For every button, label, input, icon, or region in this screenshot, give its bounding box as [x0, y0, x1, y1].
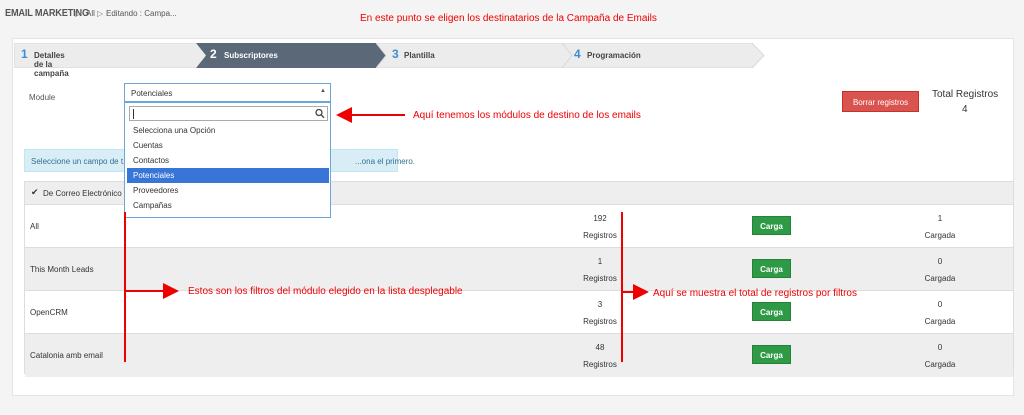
dropdown-option[interactable]: Contactos	[127, 153, 329, 168]
table-header-label: De Correo Electrónico	[43, 189, 122, 198]
total-registros-label: Total Registros	[932, 89, 999, 100]
module-label: Module	[29, 93, 56, 102]
step-label: Detalles de la campaña	[34, 51, 69, 78]
record-unit: Registros	[583, 317, 617, 326]
record-unit: Registros	[583, 360, 617, 369]
info-text-right: ...ona el primero.	[355, 157, 416, 166]
top-bar: EMAIL MARKETING ▷ All ▷ Editando : Campa…	[0, 0, 1024, 38]
borrar-registros-button[interactable]: Borrar registros	[842, 91, 919, 112]
module-select-value: Potenciales	[131, 89, 173, 98]
loaded-label: Cargada	[924, 231, 956, 240]
dropdown-option[interactable]: Selecciona una Opción	[127, 123, 329, 138]
loaded-count: 0	[937, 257, 943, 266]
dropdown-option[interactable]: Cuentas	[127, 138, 329, 153]
step-number: 2	[210, 47, 217, 61]
dropdown-option[interactable]: Campañas	[127, 198, 329, 213]
record-count: 192	[593, 214, 607, 223]
search-icon	[315, 108, 325, 119]
step-number: 4	[574, 47, 581, 61]
dropdown-option-selected[interactable]: Potenciales	[127, 168, 329, 183]
info-text-left: Seleccione un campo de t...	[31, 157, 130, 166]
annotation-modules: Aquí tenemos los módulos de destino de l…	[413, 110, 641, 121]
filter-name: Catalonia amb email	[30, 351, 103, 360]
breadcrumb-current: Editando : Campa...	[106, 9, 177, 18]
dropdown-search-input[interactable]	[129, 106, 328, 121]
carga-button[interactable]: Carga	[752, 216, 791, 235]
step-label: Plantilla	[404, 51, 435, 60]
annotation-totals: Aquí se muestra el total de registros po…	[653, 288, 857, 299]
breadcrumb-separator-icon: ▷	[97, 9, 104, 18]
loaded-label: Cargada	[924, 274, 956, 283]
carga-button[interactable]: Carga	[752, 345, 791, 364]
record-count: 48	[595, 343, 605, 352]
module-select[interactable]: Potenciales ▲	[124, 83, 331, 102]
table-row: Catalonia amb email 48 Registros Carga 0…	[25, 334, 1013, 377]
record-count: 3	[597, 300, 603, 309]
breadcrumb-separator-icon: ▷	[75, 9, 82, 18]
step-label: Programación	[587, 51, 641, 60]
filter-name: All	[30, 222, 39, 231]
loaded-count: 1	[937, 214, 943, 223]
step-number: 3	[392, 47, 399, 61]
step-label: Subscriptores	[224, 51, 278, 60]
breadcrumb-all[interactable]: All	[86, 9, 95, 18]
checkmark-icon[interactable]: ✔	[31, 187, 39, 198]
loaded-label: Cargada	[924, 317, 956, 326]
carga-button[interactable]: Carga	[752, 302, 791, 321]
caret-up-icon: ▲	[320, 88, 326, 94]
table-row: This Month Leads 1 Registros Carga 0 Car…	[25, 248, 1013, 291]
loaded-count: 0	[937, 300, 943, 309]
annotation-filters: Estos son los filtros del módulo elegido…	[188, 286, 463, 297]
record-unit: Registros	[583, 274, 617, 283]
table-row: OpenCRM 3 Registros Carga 0 Cargada	[25, 291, 1013, 334]
carga-button[interactable]: Carga	[752, 259, 791, 278]
step-number: 1	[21, 47, 28, 61]
record-count: 1	[597, 257, 603, 266]
record-unit: Registros	[583, 231, 617, 240]
total-registros-value: 4	[962, 104, 968, 115]
loaded-label: Cargada	[924, 360, 956, 369]
text-cursor	[133, 109, 134, 119]
filter-name: OpenCRM	[30, 308, 68, 317]
loaded-count: 0	[937, 343, 943, 352]
module-dropdown: Selecciona una Opción Cuentas Contactos …	[124, 102, 331, 218]
wizard-steps: 1 Detalles de la campaña 2 Subscriptores…	[14, 43, 766, 78]
dropdown-option[interactable]: Proveedores	[127, 183, 329, 198]
annotation-top: En este punto se eligen los destinatario…	[360, 13, 657, 24]
filter-name: This Month Leads	[30, 265, 94, 274]
